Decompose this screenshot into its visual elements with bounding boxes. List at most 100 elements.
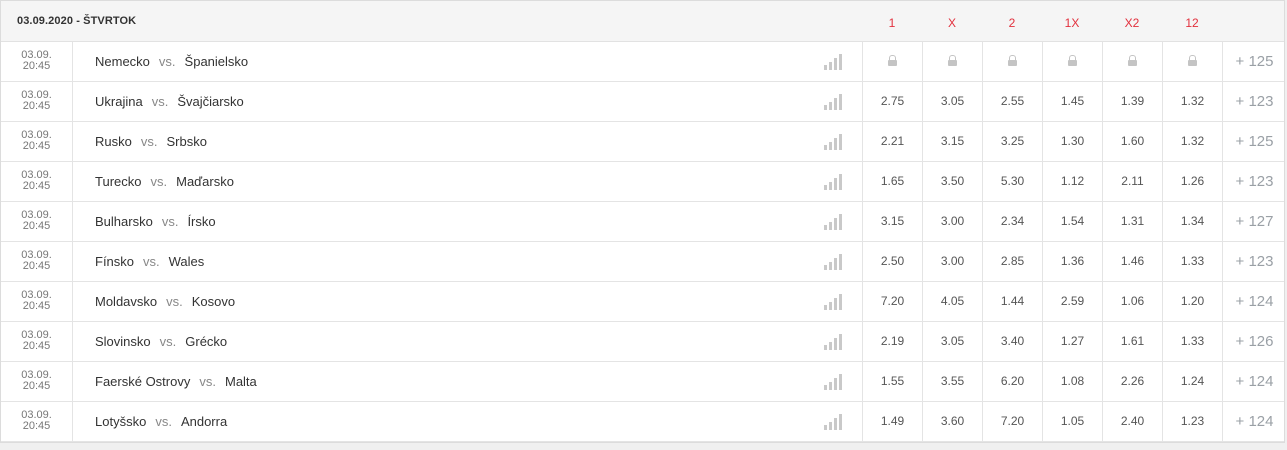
match-name[interactable]: Lotyšsko vs. Andorra [95, 402, 227, 441]
match-row: 03.09. 20:45 Turecko vs. Maďarsko 1.65 3.50… [1, 162, 1284, 202]
bar-chart-icon[interactable] [824, 414, 842, 430]
match-name[interactable]: Fínsko vs. Wales [95, 242, 204, 281]
bar-chart-icon[interactable] [824, 134, 842, 150]
odd-1-button[interactable]: 1.65 [862, 162, 922, 201]
odd-x-button[interactable]: 3.50 [922, 162, 982, 201]
bar-chart-icon[interactable] [824, 254, 842, 270]
odd-1-button[interactable]: 3.15 [862, 202, 922, 241]
more-bets-button[interactable]: + 124 [1222, 282, 1286, 321]
more-bets-button[interactable]: + 126 [1222, 322, 1286, 361]
odd-x-button[interactable]: 3.00 [922, 242, 982, 281]
match-datetime: 03.09. 20:45 [1, 202, 73, 241]
more-bets-button[interactable]: + 123 [1222, 82, 1286, 121]
odd-x2-button[interactable]: 2.26 [1102, 362, 1162, 401]
odd-x-button[interactable]: 4.05 [922, 282, 982, 321]
home-team: Faerské Ostrovy [95, 374, 191, 389]
odd-2-button[interactable]: 7.20 [982, 402, 1042, 441]
odd-1x-button[interactable]: 1.30 [1042, 122, 1102, 161]
odd-x2-button[interactable]: 2.40 [1102, 402, 1162, 441]
odd-x2-button[interactable]: 1.31 [1102, 202, 1162, 241]
match-name[interactable]: Moldavsko vs. Kosovo [95, 282, 235, 321]
match-name[interactable]: Turecko vs. Maďarsko [95, 162, 234, 201]
lock-icon [1188, 55, 1197, 67]
odd-x2-button[interactable]: 1.61 [1102, 322, 1162, 361]
odd-2-button[interactable]: 5.30 [982, 162, 1042, 201]
odd-1x-button[interactable]: 1.54 [1042, 202, 1102, 241]
bar-chart-icon[interactable] [824, 334, 842, 350]
match-name[interactable]: Slovinsko vs. Grécko [95, 322, 227, 361]
away-team: Kosovo [191, 294, 236, 309]
home-team: Bulharsko [95, 214, 153, 229]
odd-x2-button[interactable]: 2.11 [1102, 162, 1162, 201]
bar-chart-icon[interactable] [824, 54, 842, 70]
odd-x-button[interactable]: 3.05 [922, 322, 982, 361]
home-team: Slovinsko [95, 334, 151, 349]
odd-1x-button[interactable]: 1.36 [1042, 242, 1102, 281]
odd-1-button[interactable]: 1.55 [862, 362, 922, 401]
odd-x2-button[interactable]: 1.06 [1102, 282, 1162, 321]
odd-12-button[interactable]: 1.24 [1162, 362, 1222, 401]
odd-x2-button[interactable]: 1.46 [1102, 242, 1162, 281]
odd-2-button[interactable]: 2.34 [982, 202, 1042, 241]
match-name[interactable]: Rusko vs. Srbsko [95, 122, 207, 161]
column-header-x2: X2 [1124, 16, 1140, 30]
more-bets-button[interactable]: + 123 [1222, 162, 1286, 201]
more-bets-button[interactable]: + 125 [1222, 42, 1286, 81]
odd-1x-button[interactable]: 1.27 [1042, 322, 1102, 361]
more-bets-button[interactable]: + 123 [1222, 242, 1286, 281]
more-bets-button[interactable]: + 124 [1222, 362, 1286, 401]
match-name[interactable]: Ukrajina vs. Švajčiarsko [95, 82, 244, 121]
odd-12-button[interactable]: 1.34 [1162, 202, 1222, 241]
match-row: 03.09. 20:45 Fínsko vs. Wales 2.50 3.00 2.85… [1, 242, 1284, 282]
odd-1-button[interactable]: 7.20 [862, 282, 922, 321]
odd-1x-button[interactable]: 1.45 [1042, 82, 1102, 121]
odd-1-button[interactable]: 2.50 [862, 242, 922, 281]
odd-2-button[interactable]: 2.85 [982, 242, 1042, 281]
bar-chart-icon[interactable] [824, 174, 842, 190]
odd-x-button[interactable]: 3.60 [922, 402, 982, 441]
odd-12-button[interactable]: 1.32 [1162, 122, 1222, 161]
vs-label: vs. [158, 54, 176, 69]
bar-chart-icon[interactable] [824, 94, 842, 110]
odd-2-button[interactable]: 6.20 [982, 362, 1042, 401]
more-bets-button[interactable]: + 127 [1222, 202, 1286, 241]
bar-chart-icon[interactable] [824, 374, 842, 390]
match-row: 03.09. 20:45 Rusko vs. Srbsko 2.21 3.15 3.25… [1, 122, 1284, 162]
odd-x2-button[interactable]: 1.39 [1102, 82, 1162, 121]
match-name[interactable]: Bulharsko vs. Írsko [95, 202, 216, 241]
odd-12-button[interactable]: 1.26 [1162, 162, 1222, 201]
vs-label: vs. [199, 374, 216, 389]
odd-x-button[interactable]: 3.55 [922, 362, 982, 401]
odd-12-button[interactable]: 1.33 [1162, 242, 1222, 281]
odd-x-button[interactable]: 3.05 [922, 82, 982, 121]
match-time: 20:45 [22, 180, 51, 192]
odd-2-button[interactable]: 3.40 [982, 322, 1042, 361]
odd-1-button[interactable]: 2.75 [862, 82, 922, 121]
odd-x-button[interactable]: 3.00 [922, 202, 982, 241]
odd-1x-button[interactable]: 2.59 [1042, 282, 1102, 321]
odd-12-button[interactable]: 1.32 [1162, 82, 1222, 121]
match-datetime: 03.09. 20:45 [1, 82, 73, 121]
odd-2-button[interactable]: 3.25 [982, 122, 1042, 161]
odd-1x-button[interactable]: 1.08 [1042, 362, 1102, 401]
odd-2-button[interactable]: 1.44 [982, 282, 1042, 321]
odd-x2-button[interactable]: 1.60 [1102, 122, 1162, 161]
odd-x-button[interactable]: 3.15 [922, 122, 982, 161]
odd-12-button[interactable]: 1.33 [1162, 322, 1222, 361]
odd-1-button[interactable]: 2.19 [862, 322, 922, 361]
more-bets-button[interactable]: + 125 [1222, 122, 1286, 161]
bar-chart-icon[interactable] [824, 214, 842, 230]
match-name[interactable]: Nemecko vs. Španielsko [95, 42, 248, 81]
odd-1-button[interactable]: 1.49 [862, 402, 922, 441]
column-header-1: 1 [888, 16, 896, 30]
odd-12-button[interactable]: 1.23 [1162, 402, 1222, 441]
odd-1x-button[interactable]: 1.12 [1042, 162, 1102, 201]
match-name[interactable]: Faerské Ostrovy vs. Malta [95, 362, 257, 401]
bar-chart-icon[interactable] [824, 294, 842, 310]
odd-2-button[interactable]: 2.55 [982, 82, 1042, 121]
odd-1x-button[interactable]: 1.05 [1042, 402, 1102, 441]
odd-12-button[interactable]: 1.20 [1162, 282, 1222, 321]
more-bets-button[interactable]: + 124 [1222, 402, 1286, 441]
column-header-12: 12 [1185, 16, 1199, 30]
odd-1-button[interactable]: 2.21 [862, 122, 922, 161]
